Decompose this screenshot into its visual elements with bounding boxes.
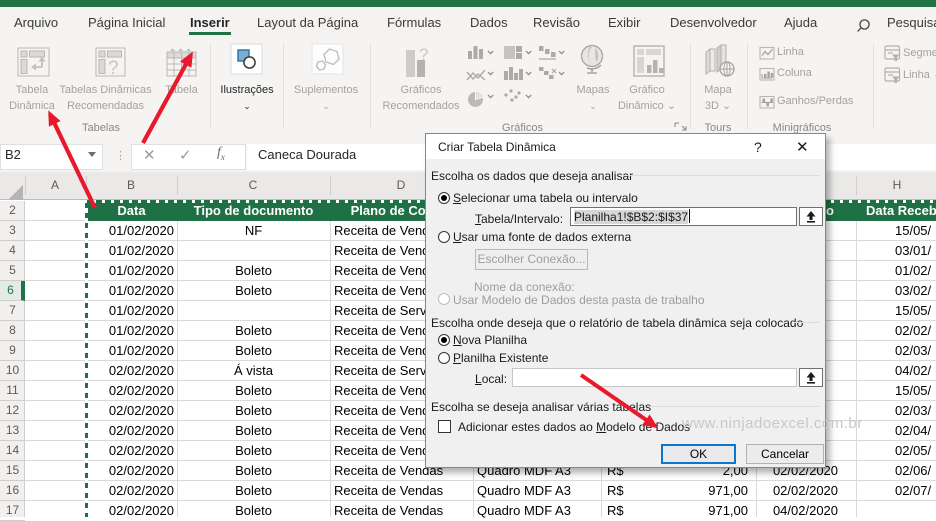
svg-text:?: ? (419, 45, 428, 64)
svg-text:?: ? (108, 58, 119, 79)
